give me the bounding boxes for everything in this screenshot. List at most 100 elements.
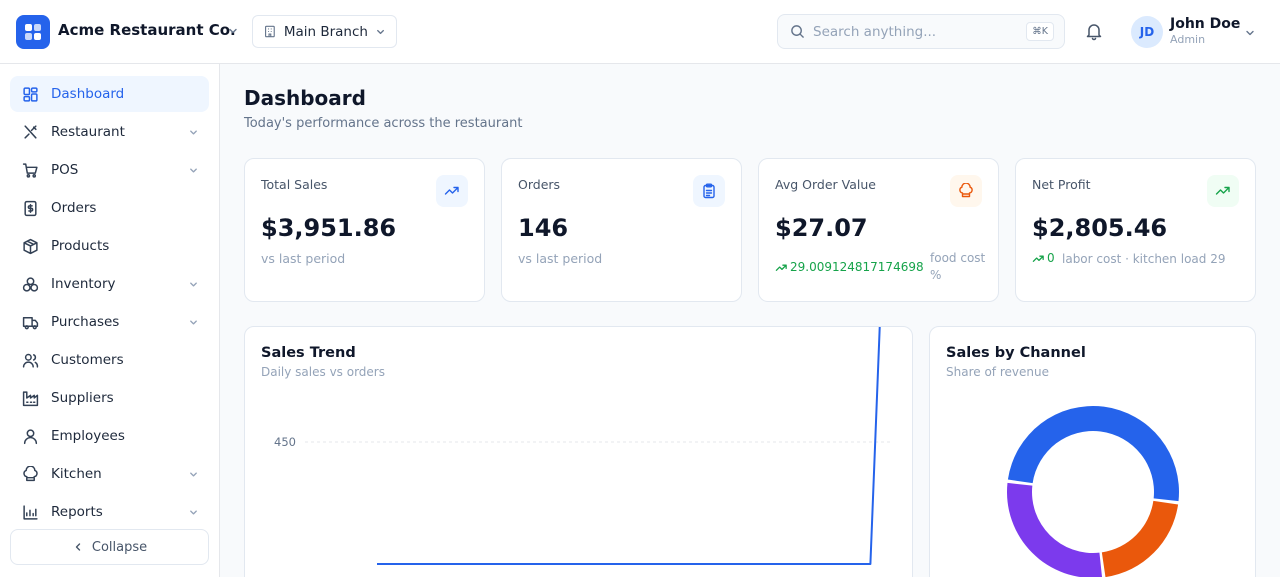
sidebar-item-label: Customers: [51, 352, 124, 368]
stat-card-avg-order-value: Avg Order Value $27.07 29.00912481717469…: [758, 158, 999, 302]
chevron-left-icon: [75, 543, 81, 551]
stat-card-total-sales: Total Sales $3,951.86 vs last period: [244, 158, 485, 302]
dashboard-icon: [23, 86, 38, 102]
sidebar-item-label: Suppliers: [51, 390, 114, 406]
stat-card-net-profit: Net Profit $2,805.46 0 labor cost · kitc…: [1015, 158, 1256, 302]
stat-value: $27.07: [775, 214, 868, 242]
sidebar-item-label: Kitchen: [51, 466, 102, 482]
stat-card-orders: Orders 146 vs last period: [501, 158, 742, 302]
receipt-icon: [24, 200, 37, 216]
trending-up-icon: [1032, 255, 1044, 262]
chef-hat-icon: [23, 465, 38, 481]
series-line: [377, 327, 881, 565]
stat-label: Total Sales: [261, 177, 328, 192]
sidebar-item-customers[interactable]: Customers: [10, 342, 209, 378]
trend-indicator: 29.009124817174698: [775, 260, 924, 274]
chevron-down-icon: [190, 167, 197, 173]
utensils-icon: [24, 124, 37, 139]
stat-label: Avg Order Value: [775, 177, 876, 192]
stat-icon-box: [1207, 175, 1239, 207]
sidebar-item-dashboard[interactable]: Dashboard: [10, 76, 209, 112]
factory-icon: [22, 390, 39, 406]
sidebar-item-kitchen[interactable]: Kitchen: [10, 456, 209, 492]
user-role: Admin: [1170, 33, 1206, 46]
top-header: Acme Restaurant Co. Main Branch ⌘K JD Jo…: [0, 0, 1280, 64]
stat-icon-box: [693, 175, 725, 207]
clipboard-icon: [703, 183, 715, 199]
sidebar-item-label: Inventory: [51, 276, 116, 292]
page-subtitle: Today's performance across the restauran…: [244, 116, 523, 131]
donut-slice-2[interactable]: [1007, 482, 1103, 577]
search-icon: [791, 25, 804, 38]
truck-icon: [22, 316, 39, 329]
sidebar-item-label: Restaurant: [51, 124, 125, 140]
search-shortcut-badge: ⌘K: [1026, 22, 1054, 41]
collapse-button[interactable]: Collapse: [10, 529, 209, 565]
stat-value: $2,805.46: [1032, 214, 1168, 242]
sidebar-item-orders[interactable]: Orders: [10, 190, 209, 226]
stat-label: Net Profit: [1032, 177, 1091, 192]
trend-note: food cost %: [930, 251, 986, 282]
sidebar-item-label: Orders: [51, 200, 97, 216]
sidebar-item-suppliers[interactable]: Suppliers: [10, 380, 209, 416]
trend-note: labor cost · kitchen load 29: [1062, 252, 1226, 266]
donut-slice-1[interactable]: [1101, 500, 1179, 577]
boxes-icon: [22, 276, 39, 292]
bell-icon[interactable]: [1084, 21, 1104, 41]
sidebar-item-employees[interactable]: Employees: [10, 418, 209, 454]
chevron-down-icon[interactable]: [1244, 27, 1256, 39]
collapse-label: Collapse: [91, 539, 148, 555]
stat-icon-box: [950, 175, 982, 207]
sidebar-item-label: Products: [51, 238, 110, 254]
donut-slice-0[interactable]: [1007, 406, 1179, 502]
trend-value: 29.009124817174698: [790, 260, 924, 274]
search-bar[interactable]: ⌘K: [777, 14, 1065, 49]
branch-label: Main Branch: [283, 23, 368, 40]
sidebar-item-inventory[interactable]: Inventory: [10, 266, 209, 302]
stat-note: vs last period: [261, 251, 346, 266]
sidebar-item-label: POS: [51, 162, 79, 178]
sidebar-item-label: Purchases: [51, 314, 120, 330]
sales-trend-panel: Sales Trend Daily sales vs orders 180013…: [244, 326, 913, 577]
chevron-down-icon: [190, 509, 197, 515]
trend-value: 0: [1047, 251, 1055, 265]
box-icon: [23, 238, 38, 254]
sidebar-item-products[interactable]: Products: [10, 228, 209, 264]
chevron-down-icon[interactable]: [227, 25, 239, 37]
search-input[interactable]: [813, 23, 1019, 40]
trend-indicator: 0: [1032, 251, 1055, 265]
trending-up-icon: [444, 186, 459, 195]
app-logo[interactable]: [16, 15, 50, 49]
page-title: Dashboard: [244, 86, 366, 110]
sidebar-item-purchases[interactable]: Purchases: [10, 304, 209, 340]
stat-label: Orders: [518, 177, 561, 192]
user-name[interactable]: John Doe: [1170, 16, 1240, 32]
sidebar-item-pos[interactable]: POS: [10, 152, 209, 188]
sidebar-item-reports[interactable]: Reports: [10, 494, 209, 530]
user-icon: [23, 428, 38, 444]
chevron-down-icon: [190, 129, 197, 135]
grid-logo-icon: [25, 24, 41, 40]
users-icon: [22, 353, 39, 368]
trending-up-icon: [1215, 186, 1230, 195]
sales-trend-chart[interactable]: 18001350900450: [245, 327, 913, 577]
trending-up-icon: [775, 264, 787, 271]
sales-channel-donut[interactable]: [930, 327, 1256, 577]
chevron-down-icon: [190, 281, 197, 287]
company-name[interactable]: Acme Restaurant Co.: [58, 21, 236, 39]
cart-icon: [22, 162, 38, 178]
branch-selector[interactable]: Main Branch: [252, 15, 397, 48]
sidebar-item-label: Employees: [51, 428, 125, 444]
sidebar-item-label: Dashboard: [51, 86, 125, 102]
stat-icon-box: [436, 175, 468, 207]
chevron-down-icon: [190, 319, 197, 325]
stat-value: $3,951.86: [261, 214, 397, 242]
sidebar-item-restaurant[interactable]: Restaurant: [10, 114, 209, 150]
avatar[interactable]: JD: [1131, 16, 1163, 48]
stat-note: vs last period: [518, 251, 603, 266]
sidebar: Dashboard Restaurant POS Orders Products Inve…: [0, 64, 220, 577]
chart-icon: [23, 504, 38, 520]
sidebar-item-label: Reports: [51, 504, 103, 520]
chef-hat-icon: [959, 183, 973, 198]
stat-value: 146: [518, 214, 569, 242]
